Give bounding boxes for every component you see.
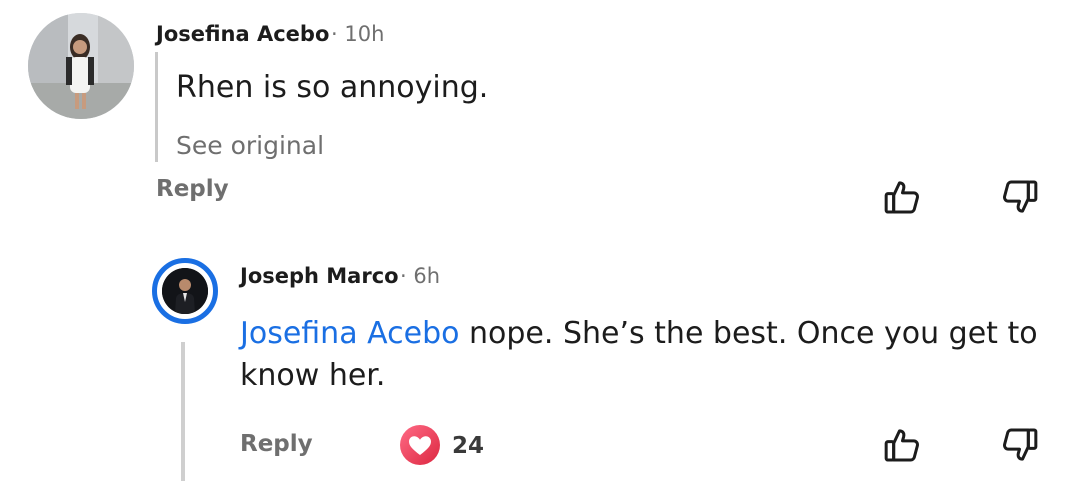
- quote-bar: [155, 52, 158, 162]
- thumbs-up-icon: [884, 181, 919, 214]
- reaction-count: 24: [452, 433, 485, 459]
- avatar-joseph[interactable]: [152, 258, 218, 324]
- mention-link[interactable]: Josefina Acebo: [240, 316, 459, 351]
- reply-button[interactable]: Reply: [156, 176, 229, 202]
- like-button[interactable]: [877, 420, 927, 470]
- heart-icon: [400, 425, 440, 465]
- comment-timestamp: · 10h: [331, 22, 385, 46]
- thumbs-up-icon: [884, 429, 919, 462]
- avatar-photo: [162, 268, 208, 314]
- reply-author[interactable]: Joseph Marco: [240, 264, 399, 288]
- comment-author[interactable]: Josefina Acebo: [156, 22, 329, 46]
- thread-line: [181, 342, 185, 481]
- dislike-button[interactable]: [995, 420, 1045, 470]
- reply-timestamp: · 6h: [400, 264, 441, 288]
- avatar-photo: [28, 13, 134, 119]
- dislike-button[interactable]: [995, 172, 1045, 222]
- reply-text-block: Josefina Acebo nope. She’s the best. Onc…: [240, 313, 1060, 397]
- comment-text: Rhen is so annoying.: [176, 70, 489, 105]
- thumbs-down-icon: [1003, 180, 1038, 213]
- like-button[interactable]: [877, 172, 927, 222]
- see-original-link[interactable]: See original: [176, 131, 324, 160]
- avatar-josefina[interactable]: [28, 13, 134, 119]
- reaction-badge[interactable]: [398, 423, 442, 467]
- thumbs-down-icon: [1003, 428, 1038, 461]
- reply-button[interactable]: Reply: [240, 431, 313, 457]
